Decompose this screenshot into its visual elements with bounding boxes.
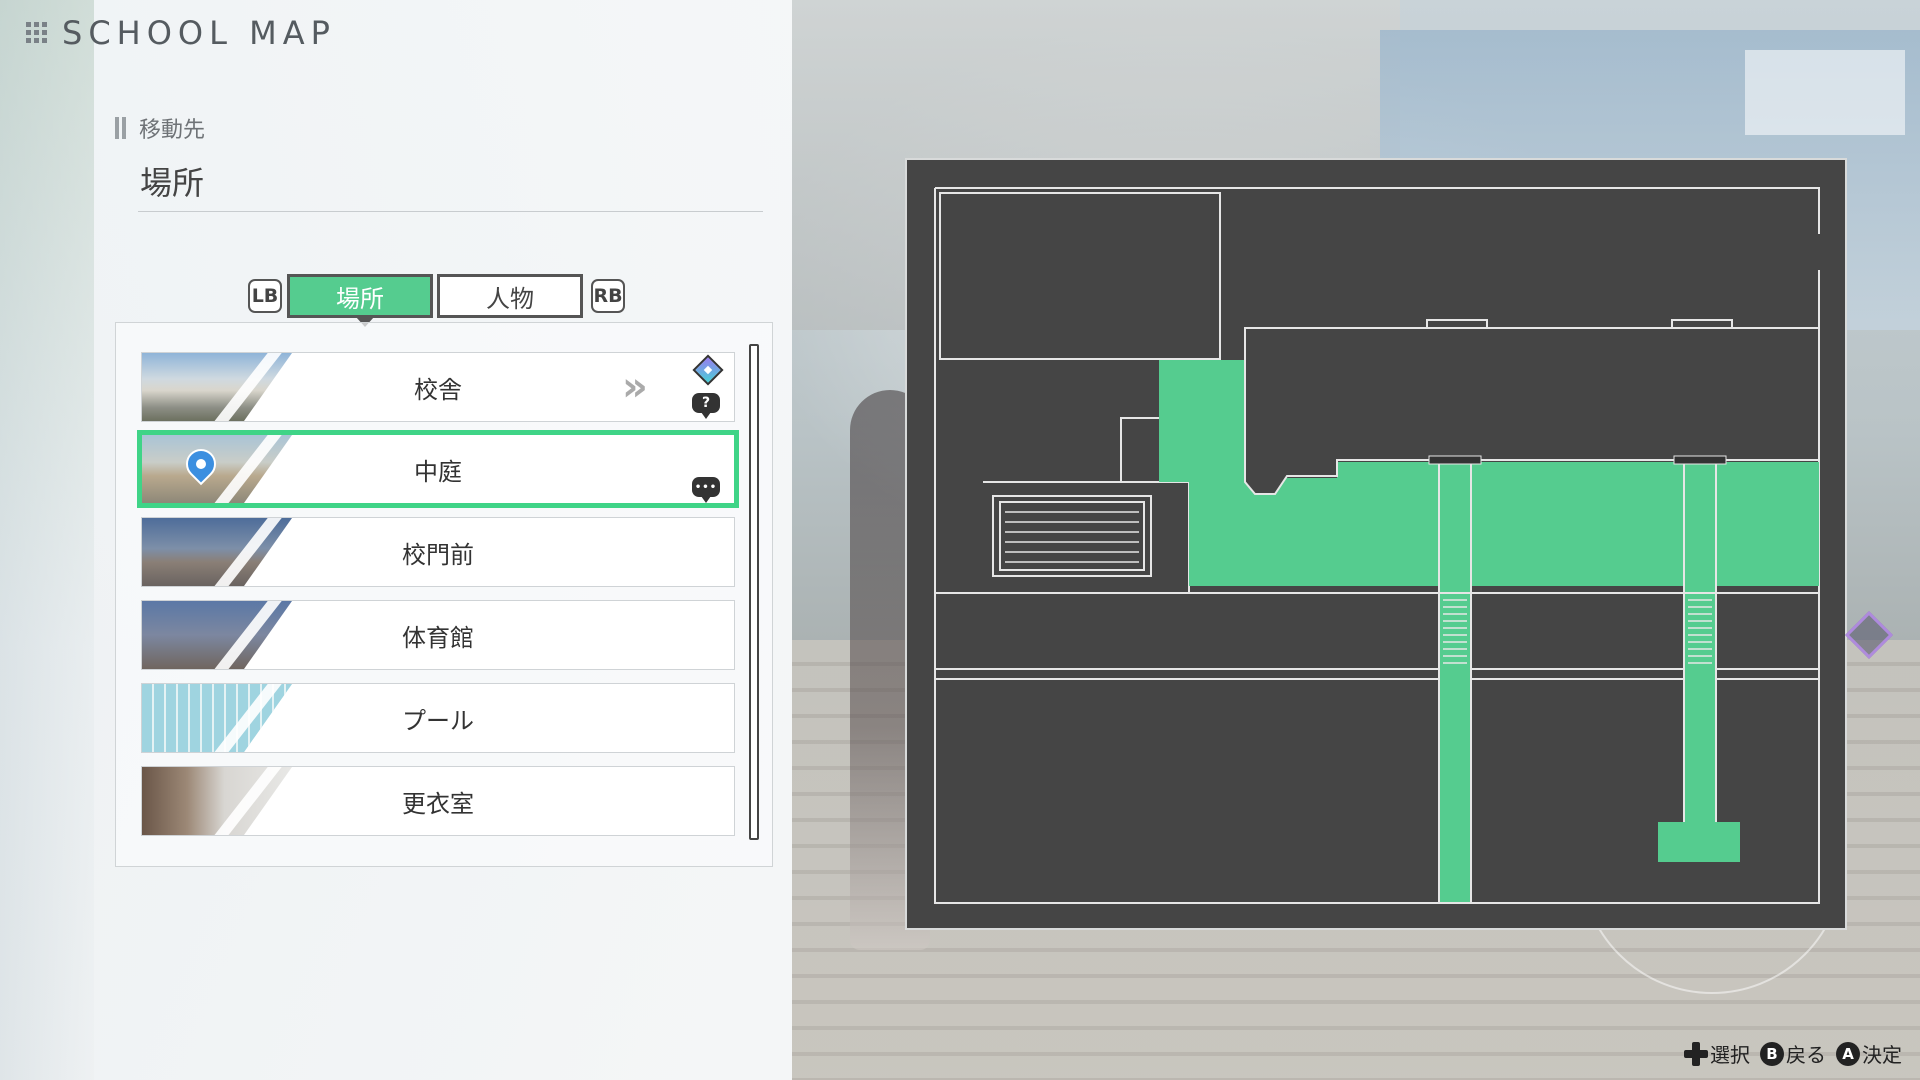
hint-label: 決定 (1862, 1043, 1902, 1067)
scrollbar-thumb[interactable] (752, 347, 756, 837)
tab-bar: LB 場所 人物 RB (248, 274, 625, 327)
map-gate (1673, 455, 1727, 465)
map-gate (1428, 455, 1482, 465)
map-drawing (934, 187, 1820, 904)
background-light-panel (1745, 50, 1905, 135)
a-button-icon: A (1836, 1041, 1860, 1066)
section-label: 移動先 (139, 118, 206, 143)
map-walkway-end (1658, 822, 1740, 862)
screen-title: SCHOOL MAP (62, 14, 336, 52)
location-label: 校舎 (414, 375, 462, 404)
map-door (1671, 319, 1733, 329)
left-decor-strip (0, 0, 94, 1080)
section-title: 場所 (140, 164, 205, 202)
location-label: 体育館 (402, 623, 474, 652)
tab-people[interactable]: 人物 (437, 274, 583, 318)
hint-back[interactable]: B 戻る (1760, 1039, 1826, 1068)
map-door (1426, 319, 1488, 329)
school-map (905, 158, 1847, 930)
location-label: 中庭 (414, 457, 462, 486)
map-building-block (939, 192, 1221, 360)
list-scrollbar[interactable] (749, 344, 759, 840)
tab-location[interactable]: 場所 (287, 274, 433, 327)
hint-label: 選択 (1710, 1043, 1750, 1067)
control-hints: 選択 B 戻る A 決定 (1674, 1039, 1902, 1068)
next-chevron-icon: » (622, 364, 648, 410)
hint-select: 選択 (1684, 1039, 1750, 1068)
question-bubble-icon: ? (692, 393, 720, 419)
hint-confirm[interactable]: A 決定 (1836, 1039, 1902, 1068)
hint-label: 戻る (1786, 1043, 1826, 1067)
location-item-pool[interactable]: プール (141, 683, 735, 753)
map-wall (983, 481, 1190, 594)
rb-button-icon[interactable]: RB (591, 279, 625, 313)
title-divider (138, 211, 763, 212)
location-item-school-building[interactable]: 校舎 » ? (141, 352, 735, 422)
location-item-gymnasium[interactable]: 体育館 (141, 600, 735, 670)
location-label: 校門前 (402, 540, 474, 569)
dpad-icon (1684, 1041, 1708, 1066)
grid-menu-icon (26, 22, 48, 44)
location-item-school-gate[interactable]: 校門前 (141, 517, 735, 587)
location-label: 更衣室 (402, 789, 474, 818)
map-stage (992, 495, 1152, 577)
location-item-locker-room[interactable]: 更衣室 (141, 766, 735, 836)
chat-bubble-icon: ••• (692, 477, 720, 503)
location-label: プール (402, 706, 474, 735)
section-label-row: 移動先 (115, 112, 205, 144)
b-button-icon: B (1760, 1041, 1784, 1066)
section-bars-icon (115, 117, 127, 139)
map-walkway-left (1439, 462, 1471, 902)
location-item-courtyard[interactable]: 中庭 ••• (137, 430, 739, 508)
lb-button-icon[interactable]: LB (248, 279, 282, 313)
